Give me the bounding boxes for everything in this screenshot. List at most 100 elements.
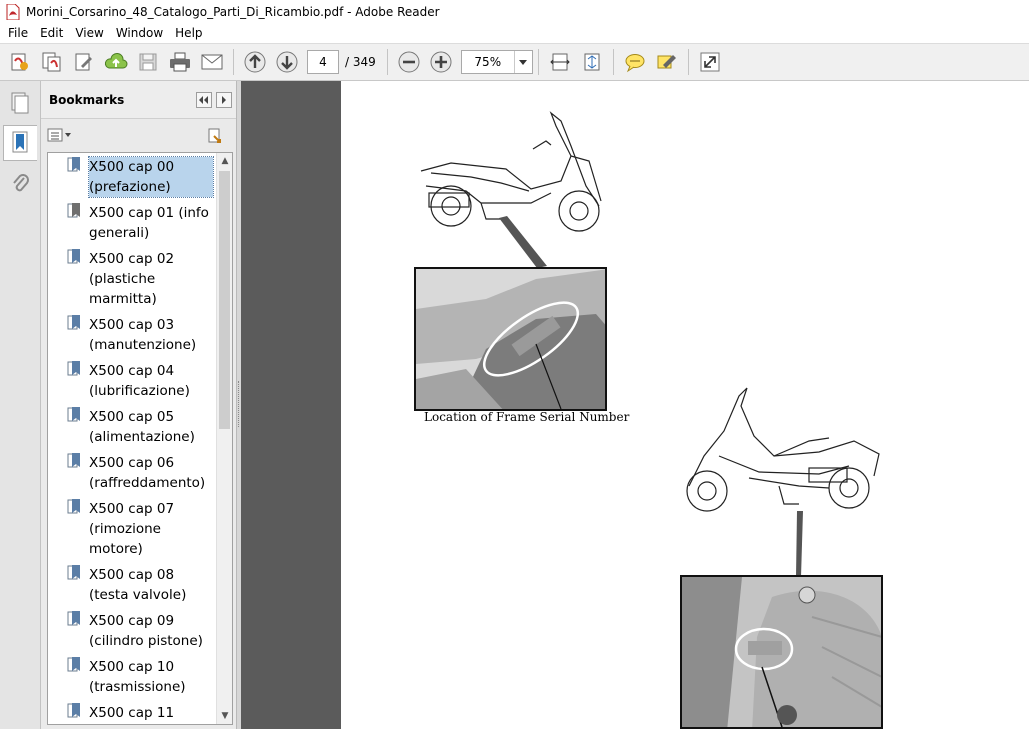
arrow-down-circle-icon [276,51,298,73]
page-number-input[interactable]: 4 [307,50,339,74]
pdf-file-icon [6,3,20,20]
paperclip-icon [13,174,29,192]
bookmark-icon [67,611,83,627]
bookmark-label: X500 cap 02 (plastiche marmitta) [89,251,175,307]
expand-arrows-icon [700,52,720,72]
edit-document-button[interactable] [70,48,98,76]
page-total-label: / 349 [345,55,376,69]
bookmark-label: X500 cap 09 (cilindro pistone) [89,613,203,649]
page-thumbnails-button[interactable] [3,85,37,121]
bookmark-item[interactable]: X500 cap 06 (raffreddamento) [48,449,232,495]
document-view[interactable]: Location of Frame Serial Number [241,81,1029,729]
fit-page-icon [584,53,600,71]
create-pdf-button[interactable] [6,48,34,76]
combine-files-button[interactable] [38,48,66,76]
bookmark-label: X500 cap 06 (raffreddamento) [89,455,206,491]
bookmark-label: X500 cap 03 (manutenzione) [89,317,197,353]
bookmark-options-button[interactable] [47,127,73,143]
menu-view[interactable]: View [69,26,109,40]
bookmark-item[interactable]: X500 cap 01 (info generali) [48,199,232,245]
save-button[interactable] [134,48,162,76]
menu-window[interactable]: Window [110,26,169,40]
highlight-button[interactable] [653,48,681,76]
chevron-down-icon[interactable] [513,51,532,73]
cloud-upload-icon [104,53,128,69]
bookmarks-list: X500 cap 00 (prefazione) X500 cap 01 (inf… [47,152,233,725]
combine-files-icon [42,52,61,72]
bookmark-icon [67,361,83,377]
collapse-panel-button[interactable] [196,91,212,108]
highlighter-icon [657,55,676,69]
toolbar-separator [386,49,388,75]
save-icon [139,53,157,71]
bookmark-item[interactable]: X500 cap 07 (rimozione motore) [48,495,232,561]
expand-bookmark-button[interactable] [206,127,224,148]
printer-icon [170,52,190,72]
previous-page-button[interactable] [241,48,269,76]
frame-serial-photo [414,267,607,411]
minus-circle-icon [398,51,420,73]
zoom-out-button[interactable] [395,48,423,76]
menu-edit[interactable]: Edit [34,26,69,40]
scroll-up-arrow-icon[interactable]: ▲ [217,153,232,169]
email-button[interactable] [198,48,226,76]
bookmark-item[interactable]: X500 cap 00 (prefazione) [48,153,232,199]
bookmark-item[interactable]: X500 cap 08 (testa valvole) [48,561,232,607]
double-chevron-left-icon [199,95,208,104]
scooter-side-drawing-2 [686,387,880,512]
bookmark-label: X500 cap 08 (testa valvole) [89,567,187,603]
menu-bar: File Edit View Window Help [0,23,1029,43]
bookmark-icon [67,203,83,219]
menu-file[interactable]: File [2,26,34,40]
print-button[interactable] [166,48,194,76]
toolbar-separator [537,49,539,75]
bookmark-item[interactable]: X500 cap 09 (cilindro pistone) [48,607,232,653]
toolbar-separator [687,49,689,75]
scroll-thumb[interactable] [219,171,230,429]
bookmark-icon [67,157,83,173]
bookmark-icon [67,315,83,331]
bookmark-item[interactable]: X500 cap 10 (trasmissione) [48,653,232,699]
bookmark-icon [67,407,83,423]
zoom-in-button[interactable] [427,48,455,76]
bookmark-icon [67,657,83,673]
bookmarks-scrollbar[interactable]: ▲ ▼ [216,153,232,724]
next-page-button[interactable] [273,48,301,76]
bookmark-icon [67,453,83,469]
comment-button[interactable] [621,48,649,76]
full-screen-button[interactable] [696,48,724,76]
frame-serial-caption: Location of Frame Serial Number [424,410,630,424]
bookmark-label: X500 cap 00 (prefazione) [88,156,214,198]
expand-panel-button[interactable] [216,91,232,108]
fit-width-icon [550,53,570,71]
bookmarks-panel-button[interactable] [3,125,37,161]
speech-bubble-icon [625,54,645,73]
bookmark-icon [67,249,83,265]
bookmark-label: X500 cap 10 (trasmissione) [89,659,186,695]
navigation-strip [0,81,41,729]
attachments-button[interactable] [3,165,37,201]
bookmark-item[interactable]: X500 cap 02 (plastiche marmitta) [48,245,232,311]
fit-page-button[interactable] [578,48,606,76]
zoom-select[interactable]: 75% [460,50,533,74]
toolbar-separator [612,49,614,75]
menu-help[interactable]: Help [169,26,208,40]
bookmark-item[interactable]: X500 cap 03 (manutenzione) [48,311,232,357]
pdf-page: Location of Frame Serial Number [341,81,1029,729]
pages-icon [11,92,29,114]
upload-cloud-button[interactable] [102,48,130,76]
bookmark-item[interactable]: X500 cap 11 [48,699,232,724]
bookmark-label: X500 cap 01 (info generali) [89,205,209,241]
splitter-grip [238,381,240,427]
bookmarks-toolbar [41,119,236,151]
bookmark-item[interactable]: X500 cap 04 (lubrificazione) [48,357,232,403]
scroll-down-arrow-icon[interactable]: ▼ [217,708,232,724]
pointer-line [796,511,803,577]
create-pdf-icon [11,53,28,71]
bookmark-icon [67,565,83,581]
toolbar-separator [233,49,234,75]
bookmark-label: X500 cap 04 (lubrificazione) [89,363,190,399]
bookmark-item[interactable]: X500 cap 05 (alimentazione) [48,403,232,449]
bookmark-icon [67,703,83,719]
fit-width-button[interactable] [546,48,574,76]
